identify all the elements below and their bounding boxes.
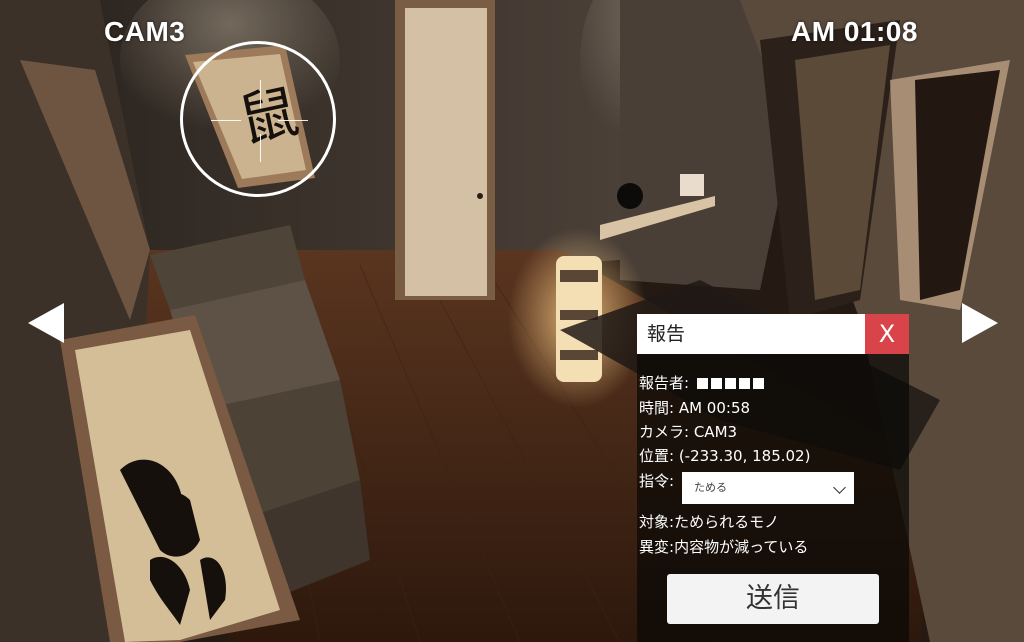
close-button[interactable]: X <box>865 314 909 354</box>
anomaly-label: 異変: <box>639 538 675 556</box>
target-row: 対象:ためられるモノ <box>639 511 779 532</box>
position-value: (-233.30, 185.02) <box>678 447 811 465</box>
reporter-label: 報告者: <box>639 374 694 392</box>
redacted-name <box>694 374 764 392</box>
time-row: 時間: AM 00:58 <box>639 397 750 418</box>
submit-button[interactable]: 送信 <box>667 574 879 624</box>
position-label: 位置: <box>639 447 679 465</box>
camera-value: CAM3 <box>693 423 738 441</box>
report-title: 報告 <box>637 314 865 354</box>
report-panel: 報告 X 報告者: 時間: AM 00:58 カメラ: CAM3 位置: (-2… <box>637 314 909 642</box>
order-select[interactable]: ためる <box>682 472 854 504</box>
focus-reticle-icon[interactable] <box>180 41 336 197</box>
reporter-row: 報告者: <box>639 372 764 393</box>
arrow-left-icon[interactable] <box>28 303 64 343</box>
order-selected-value: ためる <box>694 481 727 494</box>
camera-row: カメラ: CAM3 <box>639 421 737 442</box>
chevron-down-icon <box>833 481 846 494</box>
position-row: 位置: (-233.30, 185.02) <box>639 445 810 466</box>
time-label: 時間: <box>639 399 679 417</box>
anomaly-value: 内容物が減っている <box>674 538 809 556</box>
arrow-right-icon[interactable] <box>962 303 998 343</box>
anomaly-row: 異変:内容物が減っている <box>639 536 808 557</box>
target-value: ためられるモノ <box>674 513 780 531</box>
clock-display: AM 01:08 <box>791 16 918 47</box>
target-label: 対象: <box>639 513 675 531</box>
camera-field-label: カメラ: <box>639 423 694 441</box>
time-value: AM 00:58 <box>678 399 751 417</box>
order-label: 指令: <box>639 472 675 490</box>
camera-label: CAM3 <box>104 16 186 47</box>
